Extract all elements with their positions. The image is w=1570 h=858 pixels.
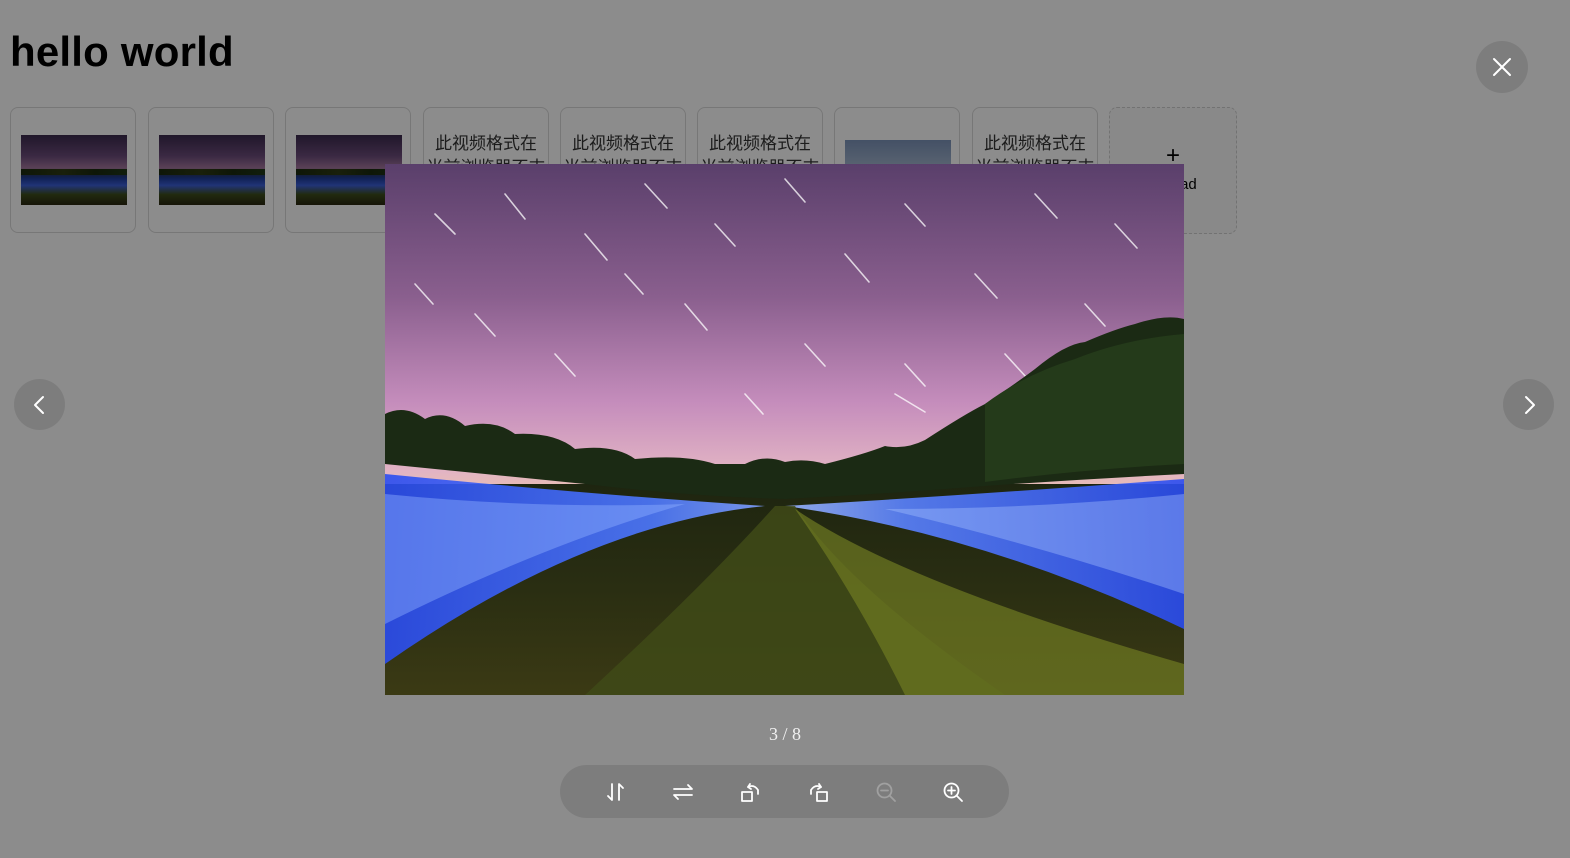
close-button[interactable] bbox=[1476, 41, 1528, 93]
next-button[interactable] bbox=[1503, 379, 1554, 430]
rotate-left-button[interactable] bbox=[717, 765, 785, 818]
zoom-in-icon bbox=[943, 782, 964, 802]
preview-counter: 3 / 8 bbox=[768, 724, 801, 744]
rotate-right-icon bbox=[810, 782, 829, 802]
chevron-right-icon bbox=[1524, 395, 1535, 414]
rotate-right-button[interactable] bbox=[785, 765, 853, 818]
flip-vertical-icon bbox=[606, 782, 624, 801]
flip-horizontal-button[interactable] bbox=[650, 765, 718, 818]
chevron-left-icon bbox=[33, 395, 44, 414]
close-icon bbox=[1493, 58, 1511, 76]
flip-vertical-button[interactable] bbox=[582, 765, 650, 818]
flip-horizontal-icon bbox=[673, 783, 694, 800]
zoom-in-button[interactable] bbox=[920, 765, 988, 818]
prev-button[interactable] bbox=[14, 379, 65, 430]
rotate-left-icon bbox=[740, 782, 759, 802]
preview-toolbar bbox=[560, 765, 1009, 818]
zoom-out-icon bbox=[876, 782, 896, 802]
preview-image[interactable] bbox=[385, 164, 1184, 695]
zoom-out-button[interactable] bbox=[852, 765, 920, 818]
